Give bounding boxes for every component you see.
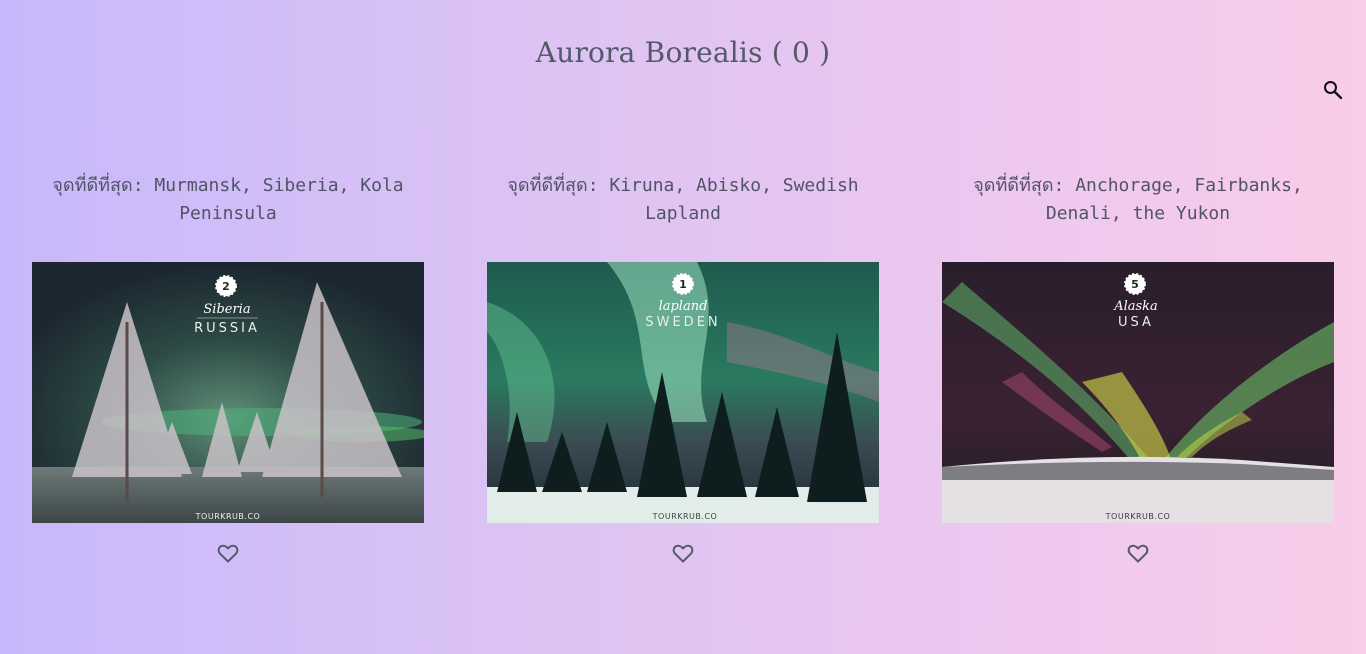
like-button[interactable] bbox=[671, 541, 695, 565]
image-badge-number: 5 bbox=[1131, 278, 1139, 291]
image-place-label: Siberia bbox=[203, 302, 250, 317]
card-caption: จุดที่ดีที่สุด: Anchorage, Fairbanks, De… bbox=[973, 175, 1303, 224]
heart-outline-icon bbox=[1127, 544, 1149, 563]
image-country-label: SWEDEN bbox=[645, 315, 720, 330]
card-image[interactable]: 5 Alaska USA TOURKRUB.CO bbox=[942, 262, 1334, 523]
image-place-label: Alaska bbox=[1113, 299, 1158, 314]
image-badge-number: 2 bbox=[222, 280, 230, 293]
heart-outline-icon bbox=[672, 544, 694, 563]
image-watermark: TOURKRUB.CO bbox=[1105, 512, 1171, 521]
image-watermark: TOURKRUB.CO bbox=[195, 512, 261, 521]
card-image[interactable]: 1 lapland SWEDEN TOURKRUB.CO bbox=[487, 262, 879, 523]
page-title: Aurora Borealis ( 0 ) bbox=[535, 36, 831, 69]
card-siberia: จุดที่ดีที่สุด: Murmansk, Siberia, Kola … bbox=[32, 172, 424, 563]
like-button[interactable] bbox=[1126, 541, 1150, 565]
card-image[interactable]: 2 Siberia RUSSIA TOURKRUB.CO bbox=[32, 262, 424, 523]
like-button[interactable] bbox=[216, 541, 240, 565]
card-lapland: จุดที่ดีที่สุด: Kiruna, Abisko, Swedish … bbox=[487, 172, 879, 563]
image-country-label: RUSSIA bbox=[194, 321, 260, 336]
card-alaska: จุดที่ดีที่สุด: Anchorage, Fairbanks, De… bbox=[942, 172, 1334, 563]
search-button[interactable] bbox=[1321, 78, 1345, 102]
card-caption: จุดที่ดีที่สุด: Murmansk, Siberia, Kola … bbox=[52, 175, 404, 224]
image-badge-number: 1 bbox=[679, 278, 687, 291]
search-icon bbox=[1324, 81, 1343, 100]
image-watermark: TOURKRUB.CO bbox=[652, 512, 718, 521]
image-place-label: lapland bbox=[659, 299, 708, 314]
card-caption: จุดที่ดีที่สุด: Kiruna, Abisko, Swedish … bbox=[507, 175, 859, 224]
image-country-label: USA bbox=[1118, 315, 1154, 330]
heart-outline-icon bbox=[217, 544, 239, 563]
